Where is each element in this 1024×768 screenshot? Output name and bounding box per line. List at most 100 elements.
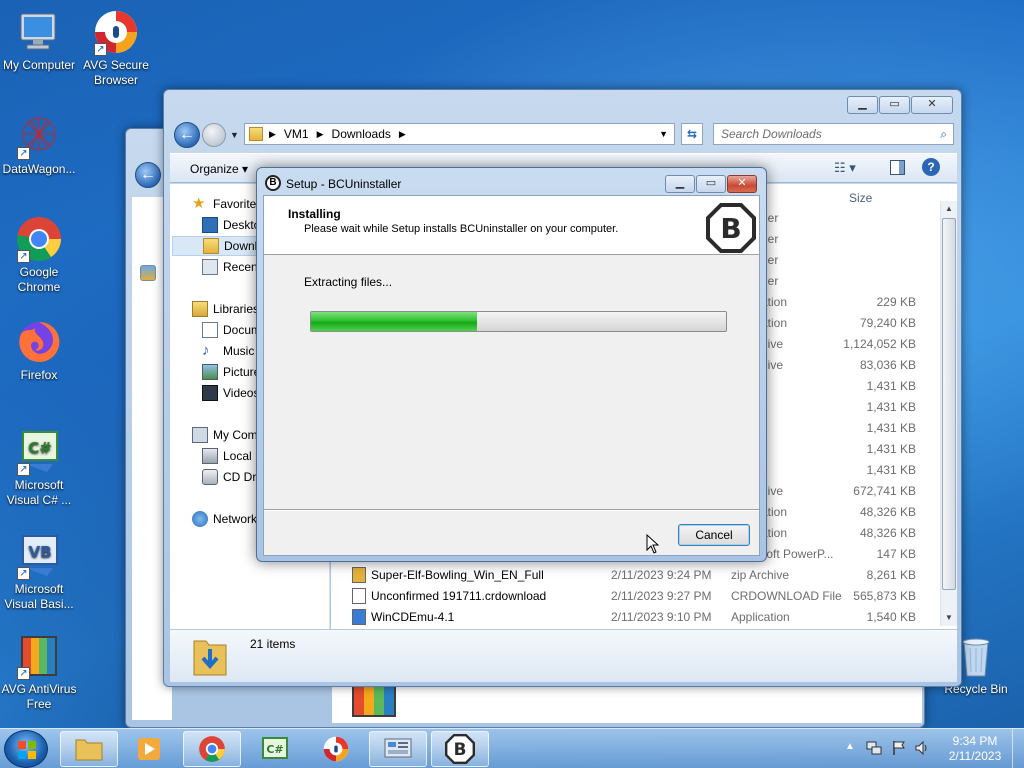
install-progress-bar xyxy=(310,311,727,332)
libraries-icon xyxy=(192,301,208,317)
avg-browser-icon: ↗ xyxy=(92,8,140,56)
svg-text:C#: C# xyxy=(28,439,52,457)
address-bar[interactable]: ▶ VM1 ▶ Downloads ▶ ▼ xyxy=(244,123,675,145)
setup-dialog[interactable]: B Setup - BCUninstaller ▁ ▭ ✕ Installing… xyxy=(256,167,767,562)
vertical-scrollbar[interactable]: ▲ ▼ xyxy=(940,201,957,626)
shortcut-arrow-icon: ↗ xyxy=(17,567,30,580)
shortcut-arrow-icon: ↗ xyxy=(17,250,30,263)
taskbar-media-player[interactable] xyxy=(120,731,178,767)
file-size: 1,124,052 KB xyxy=(843,337,916,351)
file-row[interactable]: Unconfirmed 191711.crdownload 2/11/2023 9… xyxy=(331,586,941,607)
breadcrumb-downloads[interactable]: Downloads xyxy=(332,127,391,141)
visual-basic-icon: VB ↗ xyxy=(15,532,63,580)
avg-installer-icon xyxy=(352,685,396,717)
media-player-icon xyxy=(138,738,160,760)
forward-button[interactable] xyxy=(202,123,226,147)
show-desktop-button[interactable] xyxy=(1012,729,1024,768)
action-center-flag-icon[interactable] xyxy=(891,740,907,756)
start-button[interactable] xyxy=(4,730,48,768)
search-field[interactable]: Search Downloads ⌕ xyxy=(713,123,954,145)
breadcrumb-separator-icon: ▶ xyxy=(316,128,324,139)
desktop-icon xyxy=(202,217,218,233)
taskbar-avg-browser[interactable] xyxy=(307,731,365,767)
breadcrumb-separator-icon: ▶ xyxy=(398,128,406,139)
desktop-icon-datawagon[interactable]: ↗ DataWagon... xyxy=(0,112,78,177)
organize-button[interactable]: Organize ▾ xyxy=(190,162,248,176)
nav-music[interactable]: ♪ Music xyxy=(202,341,254,361)
desktop-icon-chrome[interactable]: ↗ Google Chrome xyxy=(0,215,78,295)
installing-heading: Installing xyxy=(288,207,341,221)
preview-pane-icon[interactable] xyxy=(890,160,905,175)
documents-icon xyxy=(202,322,218,338)
file-size: 1,540 KB xyxy=(866,610,916,624)
help-icon[interactable]: ? xyxy=(922,158,940,176)
show-hidden-icons-chevron[interactable]: ▲ xyxy=(845,741,855,752)
shortcut-arrow-icon: ↗ xyxy=(17,147,30,160)
desktop-icon-avg-antivirus[interactable]: ↗ AVG AntiVirus Free xyxy=(0,632,78,712)
file-name: Super-Elf-Bowling_Win_EN_Full xyxy=(371,568,544,582)
nav-libraries[interactable]: Libraries xyxy=(192,299,259,319)
search-icon[interactable]: ⌕ xyxy=(940,127,947,142)
scroll-thumb[interactable] xyxy=(942,218,956,590)
taskbar-bcuninstaller-setup[interactable]: B xyxy=(431,731,489,767)
svg-text:C#: C# xyxy=(266,743,283,756)
column-header-size[interactable]: Size xyxy=(849,191,872,205)
cancel-button[interactable]: Cancel xyxy=(678,524,750,546)
pictures-icon xyxy=(202,364,218,380)
file-size: 229 KB xyxy=(876,295,916,309)
computer-icon xyxy=(15,8,63,56)
file-size: 1,431 KB xyxy=(866,400,916,414)
taskbar-chrome[interactable] xyxy=(183,731,241,767)
search-placeholder: Search Downloads xyxy=(721,127,822,141)
recent-pages-chevron-icon[interactable]: ▼ xyxy=(230,130,239,140)
nav-network[interactable]: Network xyxy=(192,509,257,529)
scroll-down-icon[interactable]: ▼ xyxy=(942,610,956,626)
taskbar: C# B ▲ 9:34 PM 2/11/2023 xyxy=(0,728,1024,768)
clock[interactable]: 9:34 PM 2/11/2023 xyxy=(940,734,1010,764)
chrome-taskbar-icon xyxy=(199,736,225,762)
dialog-maximize-button[interactable]: ▭ xyxy=(696,175,726,193)
breadcrumb-vm1[interactable]: VM1 xyxy=(284,127,309,141)
change-view-icon[interactable]: ☷ ▾ xyxy=(834,160,856,176)
refresh-button[interactable]: ⇆ xyxy=(681,123,703,145)
file-size: 8,261 KB xyxy=(866,568,916,582)
dialog-close-button[interactable]: ✕ xyxy=(727,175,757,193)
nav-label: Favorites xyxy=(213,197,263,211)
taskbar-explorer[interactable] xyxy=(60,731,118,767)
volume-icon[interactable] xyxy=(914,740,930,756)
shortcut-arrow-icon: ↗ xyxy=(17,667,30,680)
progress-fill xyxy=(311,312,477,331)
cd-drive-icon xyxy=(202,469,218,485)
file-size: 1,431 KB xyxy=(866,442,916,456)
nav-videos[interactable]: Videos xyxy=(202,383,259,403)
maximize-button[interactable]: ▭ xyxy=(879,96,910,114)
clock-time: 9:34 PM xyxy=(952,734,998,748)
taskbar-visual-csharp[interactable]: C# xyxy=(246,731,304,767)
svg-text:B: B xyxy=(720,212,741,245)
nav-favorites[interactable]: ★ Favorites xyxy=(192,194,262,214)
back-button[interactable]: ← xyxy=(174,122,200,148)
file-row[interactable]: WinCDEmu-4.1 2/11/2023 9:10 PM Application… xyxy=(331,607,941,628)
taskbar-control-panel[interactable] xyxy=(369,731,427,767)
address-history-dropdown-icon[interactable]: ▼ xyxy=(659,129,668,139)
desktop-icon-label: Google Chrome xyxy=(17,265,61,294)
scroll-up-icon[interactable]: ▲ xyxy=(942,201,956,217)
desktop-icon-visual-basic[interactable]: VB ↗ Microsoft Visual Basi... xyxy=(0,532,78,612)
hard-disk-icon xyxy=(202,448,218,464)
datawagon-icon: ↗ xyxy=(15,112,63,160)
network-tray-icon[interactable] xyxy=(866,740,882,756)
back-arrow-icon[interactable]: ← xyxy=(135,162,161,188)
minimize-button[interactable]: ▁ xyxy=(847,96,878,114)
downloads-folder-icon xyxy=(203,238,219,254)
shortcut-arrow-icon: ↗ xyxy=(17,463,30,476)
desktop-icon-label: AVG Secure Browser xyxy=(83,58,149,87)
nav-label: Libraries xyxy=(213,302,260,316)
desktop-icon-label: DataWagon... xyxy=(2,162,76,176)
desktop-icon-visual-csharp[interactable]: C# ↗ Microsoft Visual C# ... xyxy=(0,428,78,508)
close-button[interactable]: ✕ xyxy=(911,96,953,114)
desktop-icon-firefox[interactable]: Firefox xyxy=(0,318,78,383)
desktop-icon-avg-browser[interactable]: ↗ AVG Secure Browser xyxy=(77,8,155,88)
file-row[interactable]: Super-Elf-Bowling_Win_EN_Full 2/11/2023 9… xyxy=(331,565,941,586)
dialog-minimize-button[interactable]: ▁ xyxy=(665,175,695,193)
desktop-icon-my-computer[interactable]: My Computer xyxy=(0,8,78,73)
